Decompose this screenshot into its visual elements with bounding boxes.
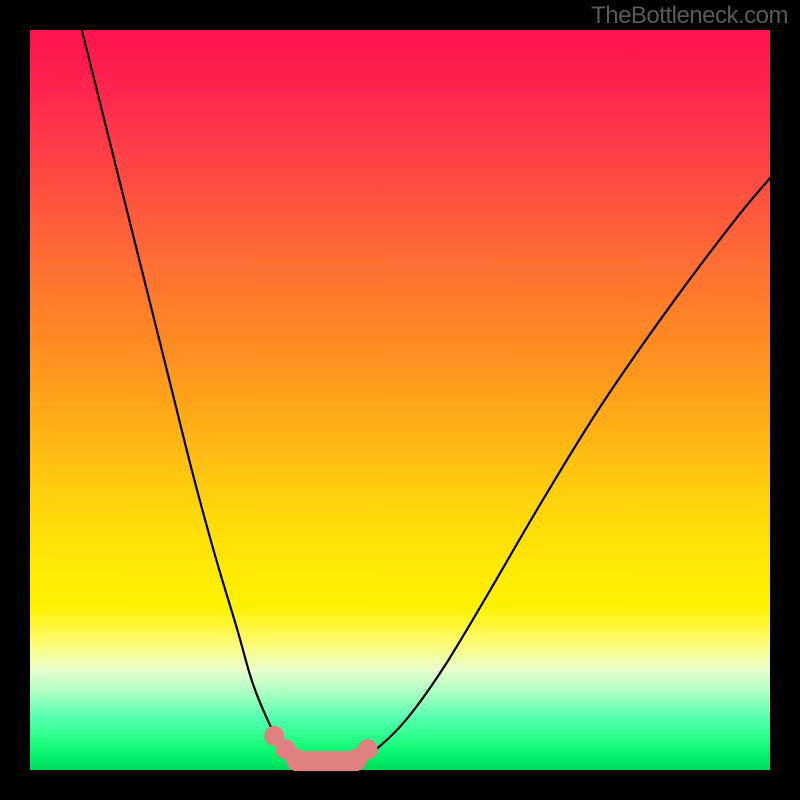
left-curve	[82, 30, 297, 761]
plot-area	[30, 30, 770, 770]
curves-layer	[30, 30, 770, 770]
watermark-text: TheBottleneck.com	[591, 2, 788, 30]
chart-frame: TheBottleneck.com	[0, 0, 800, 800]
right-curve	[356, 178, 770, 761]
